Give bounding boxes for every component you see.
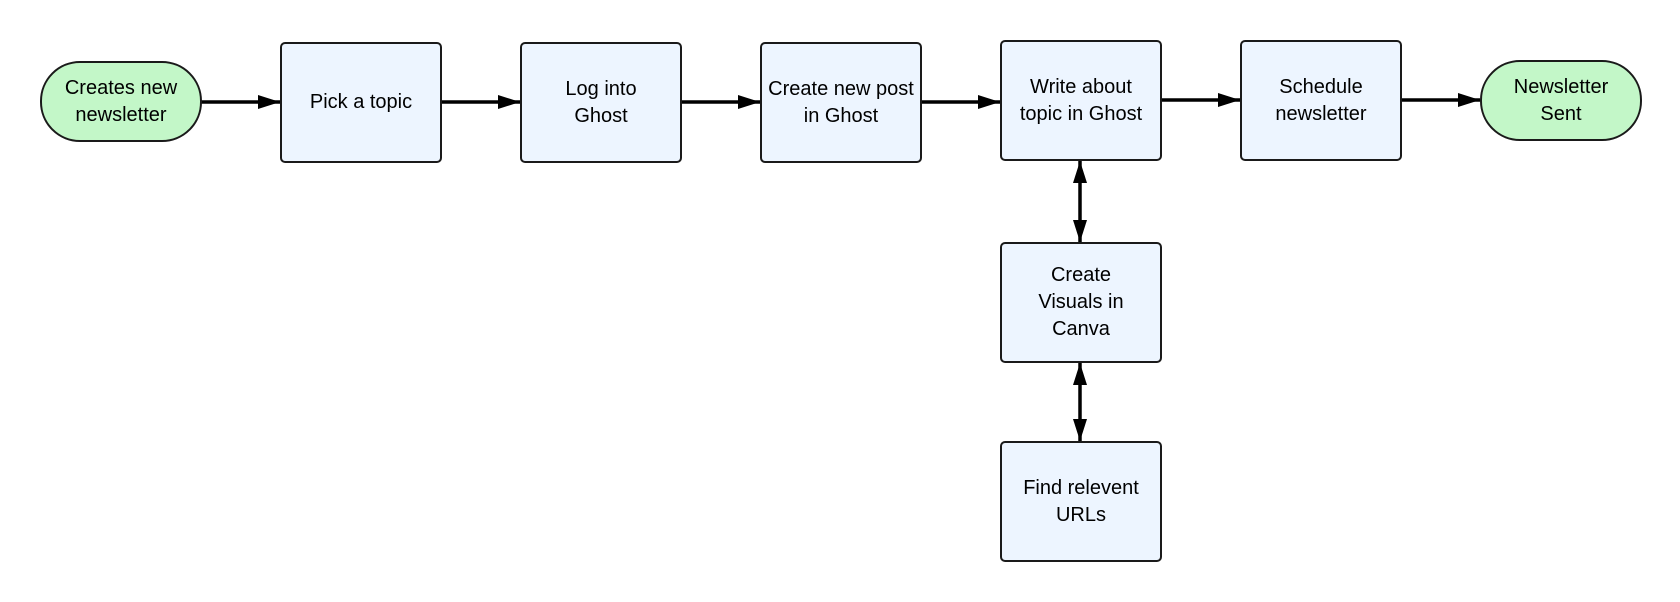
process-pick-topic: Pick a topic — [280, 42, 442, 163]
process-create-post: Create new post in Ghost — [760, 42, 922, 163]
create-post-label: Create new post in Ghost — [768, 77, 914, 127]
process-write-topic: Write about topic in Ghost — [1000, 40, 1162, 161]
end-terminal: Newsletter Sent — [1480, 60, 1642, 141]
process-create-visuals: Create Visuals in Canva — [1000, 242, 1162, 363]
start-terminal: Creates new newsletter — [40, 61, 202, 142]
schedule-label: Schedule newsletter — [1275, 75, 1367, 125]
process-schedule: Schedule newsletter — [1240, 40, 1402, 161]
write-label: Write about topic in Ghost — [1019, 75, 1143, 125]
log-into-label: Log into Ghost — [565, 77, 637, 127]
pick-topic-label: Pick a topic — [309, 91, 413, 113]
process-find-urls: Find relevent URLs — [1000, 441, 1162, 562]
urls-label: Find relevent URLs — [1023, 476, 1139, 526]
start-label: Creates new newsletter — [64, 76, 178, 126]
end-label: Newsletter Sent — [1513, 75, 1609, 125]
process-log-into-ghost: Log into Ghost — [520, 42, 682, 163]
visuals-label: Create Visuals in Canva — [1038, 264, 1124, 340]
